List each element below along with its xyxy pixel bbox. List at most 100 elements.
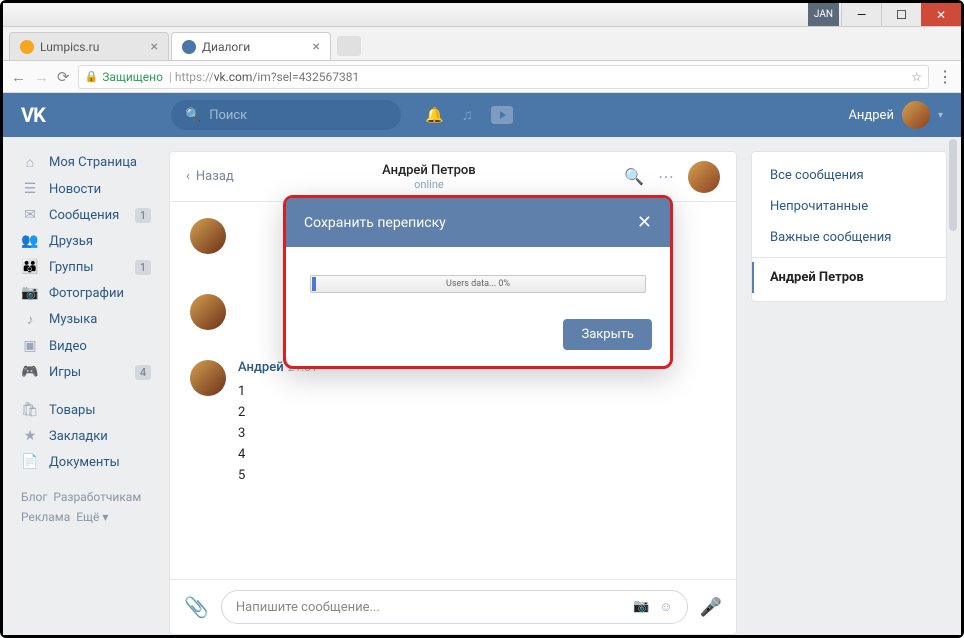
- emoji-icon[interactable]: ☺: [659, 599, 672, 615]
- reload-icon[interactable]: ⟳: [57, 68, 70, 86]
- nav-bookmarks[interactable]: ★ Закладки: [15, 423, 169, 449]
- notifications-icon[interactable]: 🔔: [425, 106, 444, 124]
- news-icon: ☰: [21, 181, 39, 197]
- footer-ads-link[interactable]: Реклама: [21, 510, 70, 524]
- music-icon[interactable]: ♫: [462, 106, 473, 124]
- search-icon[interactable]: 🔍: [624, 167, 644, 186]
- vk-header: VK 🔍 Поиск 🔔 ♫ Андрей ▾: [3, 93, 961, 137]
- user-menu[interactable]: Андрей ▾: [848, 101, 943, 129]
- window-maximize-button[interactable]: ☐: [881, 3, 921, 26]
- modal-title: Сохранить переписку: [304, 215, 446, 231]
- home-icon: ⌂: [21, 154, 39, 171]
- modal-header: Сохранить переписку ✕: [286, 198, 670, 247]
- scrollbar[interactable]: [949, 139, 957, 231]
- secure-label: Защищено: [102, 70, 163, 84]
- nav-label: Закладки: [49, 429, 108, 444]
- badge: 1: [135, 208, 151, 223]
- bookmark-star-icon[interactable]: ☆: [911, 70, 922, 84]
- groups-icon: 👪: [21, 259, 39, 275]
- nav-label: Друзья: [49, 234, 93, 249]
- nav-market[interactable]: 🛍Товары: [15, 397, 169, 423]
- attach-icon[interactable]: 📎: [184, 595, 209, 619]
- avatar[interactable]: [190, 294, 226, 330]
- message-author[interactable]: Андрей: [238, 360, 284, 375]
- nav-label: Игры: [49, 365, 81, 380]
- avatar[interactable]: [688, 161, 720, 193]
- divider: [752, 257, 946, 258]
- nav-news[interactable]: ☰ Новости: [15, 176, 169, 202]
- friends-icon: 👥: [21, 233, 39, 249]
- search-input[interactable]: 🔍 Поиск: [171, 100, 401, 130]
- chat-peer-status: online: [234, 178, 624, 191]
- message-input[interactable]: Напишите сообщение... 📷 ☺: [221, 590, 688, 624]
- nav-photos[interactable]: 📷Фотографии: [15, 280, 169, 306]
- back-icon[interactable]: ←: [11, 68, 26, 86]
- forward-icon[interactable]: →: [34, 68, 49, 86]
- chevron-down-icon: ▾: [938, 110, 943, 121]
- browser-tab-lumpics[interactable]: Lumpics.ru ×: [9, 32, 169, 60]
- nav-games[interactable]: 🎮Игры4: [15, 359, 169, 385]
- tab-close-icon[interactable]: ×: [151, 39, 158, 55]
- close-button[interactable]: Закрыть: [563, 319, 652, 350]
- nav-messages[interactable]: ✉Сообщения1: [15, 202, 169, 228]
- lock-icon: 🔒: [85, 70, 99, 83]
- address-bar[interactable]: 🔒 Защищено | https://vk.com/im?sel=43256…: [78, 65, 929, 89]
- filter-all[interactable]: Все сообщения: [752, 160, 946, 191]
- back-button[interactable]: ‹ Назад: [186, 169, 234, 184]
- filter-important[interactable]: Важные сообщения: [752, 222, 946, 253]
- favicon-icon: [20, 40, 34, 54]
- mic-icon[interactable]: 🎤: [700, 597, 722, 618]
- url-text: https://vk.com/im?sel=432567381: [175, 70, 359, 84]
- save-conversation-modal: Сохранить переписку ✕ Users data... 0% З…: [283, 195, 673, 369]
- nav-video[interactable]: ▣Видео: [15, 333, 169, 359]
- back-label: Назад: [196, 169, 234, 184]
- nav-friends[interactable]: 👥 Друзья: [15, 228, 169, 254]
- nav-music[interactable]: ♪Музыка: [15, 306, 169, 333]
- left-sidebar: ⌂ Моя Страница ☰ Новости ✉Сообщения1 👥 Друз…: [3, 137, 169, 635]
- message-group: Андрей21:51 1 2 3 4 5: [190, 360, 716, 486]
- badge: 1: [135, 260, 151, 275]
- progress-fill: [312, 277, 316, 291]
- more-icon[interactable]: ⋯: [658, 167, 674, 186]
- nav-my-page[interactable]: ⌂ Моя Страница: [15, 149, 169, 176]
- filter-unread[interactable]: Непрочитанные: [752, 191, 946, 222]
- progress-text: Users data... 0%: [446, 279, 510, 289]
- new-tab-button[interactable]: [337, 36, 361, 56]
- camera-icon[interactable]: 📷: [633, 599, 649, 615]
- footer-dev-link[interactable]: Разработчикам: [53, 490, 141, 504]
- nav-label: Видео: [49, 339, 87, 354]
- camera-icon: 📷: [21, 285, 39, 301]
- nav-documents[interactable]: 📄Документы: [15, 449, 169, 475]
- nav-label: Моя Страница: [49, 155, 137, 170]
- music-icon: ♪: [21, 311, 39, 328]
- avatar[interactable]: [190, 218, 226, 254]
- market-icon: 🛍: [21, 402, 39, 418]
- nav-label: Группы: [49, 260, 93, 275]
- close-icon[interactable]: ✕: [637, 212, 652, 233]
- jan-badge: JAN: [808, 3, 839, 26]
- message-line: 1: [238, 381, 716, 402]
- input-placeholder: Напишите сообщение...: [236, 600, 380, 615]
- filter-active-chat[interactable]: Андрей Петров: [752, 262, 946, 293]
- chat-peer-name[interactable]: Андрей Петров: [234, 163, 624, 178]
- window-minimize-button[interactable]: —: [841, 3, 881, 26]
- chevron-left-icon: ‹: [186, 169, 190, 184]
- message-line: 2: [238, 402, 716, 423]
- browser-toolbar: ← → ⟳ 🔒 Защищено | https://vk.com/im?sel…: [3, 61, 961, 93]
- play-icon[interactable]: [491, 106, 513, 124]
- footer-more-link[interactable]: Ещё ▾: [76, 510, 108, 524]
- browser-menu-icon[interactable]: ⋮: [937, 67, 953, 86]
- avatar[interactable]: [190, 360, 226, 396]
- right-panel: Все сообщения Непрочитанные Важные сообщ…: [751, 151, 947, 302]
- vk-logo[interactable]: VK: [21, 103, 45, 127]
- favicon-icon: [182, 40, 196, 54]
- nav-label: Новости: [49, 182, 101, 197]
- avatar: [902, 101, 930, 129]
- search-icon: 🔍: [185, 108, 201, 123]
- bookmark-icon: ★: [21, 428, 39, 444]
- browser-tab-dialogs[interactable]: Диалоги ×: [171, 32, 331, 60]
- window-close-button[interactable]: ✕: [921, 3, 961, 26]
- nav-groups[interactable]: 👪 Группы 1: [15, 254, 169, 280]
- tab-close-icon[interactable]: ×: [313, 39, 320, 55]
- footer-blog-link[interactable]: Блог: [21, 490, 47, 504]
